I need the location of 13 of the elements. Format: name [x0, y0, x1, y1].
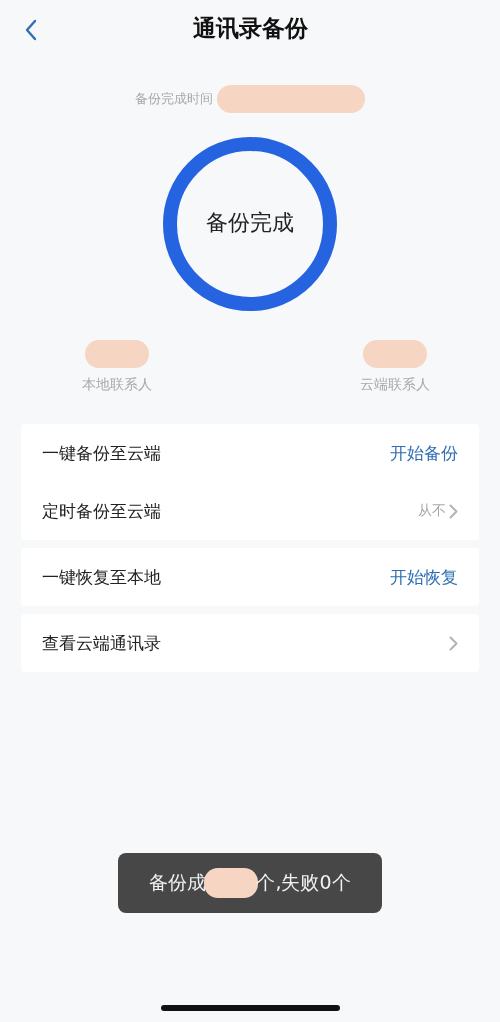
action-link[interactable]: 开始备份 — [390, 441, 458, 465]
stat-label: 云端联系人 — [360, 376, 430, 394]
action-link[interactable]: 开始恢复 — [390, 565, 458, 589]
chevron-right-icon — [449, 503, 458, 519]
backup-time-label: 备份完成时间 — [135, 90, 213, 108]
stat-label: 本地联系人 — [82, 376, 152, 394]
row-label: 查看云端通讯录 — [42, 631, 161, 655]
row-label: 一键恢复至本地 — [42, 565, 161, 589]
row-label: 定时备份至云端 — [42, 499, 161, 523]
page-title: 通讯录备份 — [192, 13, 308, 43]
row-label: 一键备份至云端 — [42, 441, 161, 465]
chevron-right-icon — [449, 635, 458, 651]
status-text: 备份完成 — [205, 209, 295, 237]
